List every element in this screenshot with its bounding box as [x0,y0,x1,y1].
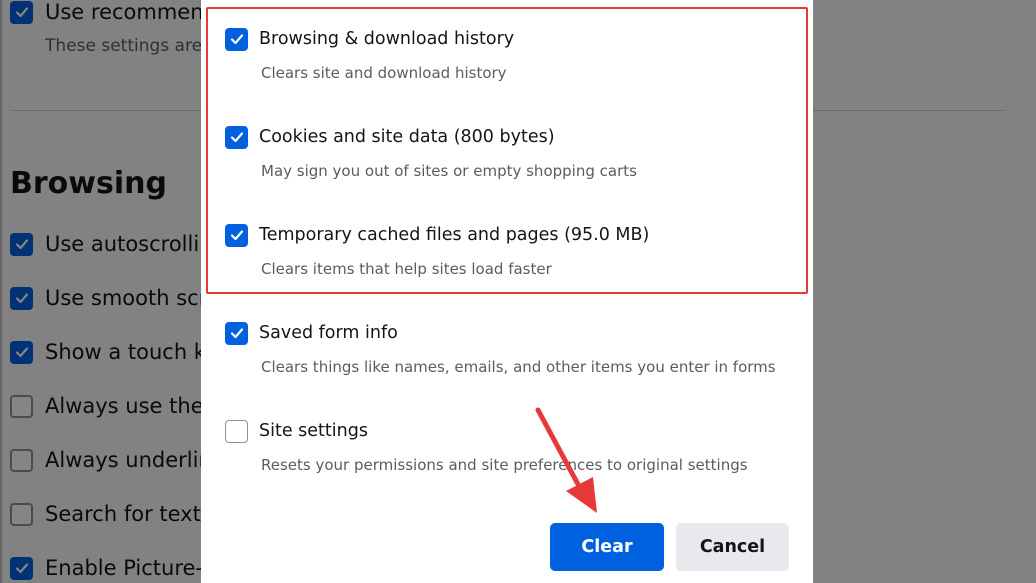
option-cached-files[interactable]: Temporary cached files and pages (95.0 M… [225,222,795,278]
checkbox-checked-icon[interactable] [225,27,248,51]
page: Use recommenc These settings are Browsin… [0,0,1036,583]
option-label[interactable]: Cookies and site data (800 bytes) [259,127,555,147]
option-description: Clears items that help sites load faster [261,260,552,278]
checkbox-checked-icon[interactable] [225,125,248,149]
checkbox-checked-icon[interactable] [225,321,248,345]
option-saved-form-info[interactable]: Saved form info Clears things like names… [225,320,795,376]
option-label[interactable]: Temporary cached files and pages (95.0 M… [259,225,649,245]
option-description: Resets your permissions and site prefere… [261,456,748,474]
option-label[interactable]: Site settings [259,421,368,441]
option-description: Clears site and download history [261,64,507,82]
checkbox-unchecked-icon[interactable] [225,419,248,443]
cancel-button[interactable]: Cancel [676,523,789,571]
clear-data-dialog: Browsing & download history Clears site … [201,0,813,583]
option-browsing-history[interactable]: Browsing & download history Clears site … [225,26,795,82]
option-description: May sign you out of sites or empty shopp… [261,162,637,180]
option-label[interactable]: Browsing & download history [259,29,514,49]
checkbox-checked-icon[interactable] [225,223,248,247]
option-description: Clears things like names, emails, and ot… [261,358,776,376]
clear-button[interactable]: Clear [550,523,664,571]
option-label[interactable]: Saved form info [259,323,398,343]
option-cookies[interactable]: Cookies and site data (800 bytes) May si… [225,124,795,180]
option-site-settings[interactable]: Site settings Resets your permissions an… [225,418,795,474]
